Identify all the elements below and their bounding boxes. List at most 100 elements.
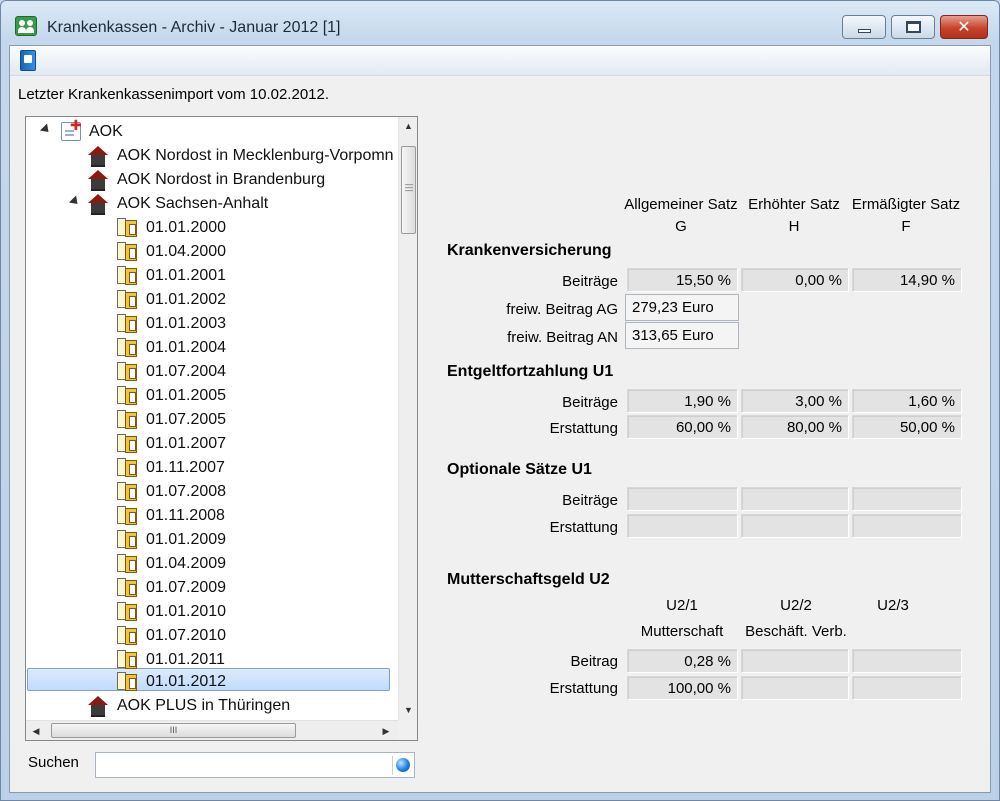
tree-date-node[interactable]: 01.04.2009 [26,552,398,575]
tree-date-node[interactable]: 01.07.2010 [26,624,398,647]
tree-node-label: 01.01.2011 [146,651,225,668]
tree-date-node[interactable]: 01.01.2007 [26,432,398,455]
tree-node-label: AOK Nordost in Brandenburg [117,171,326,188]
kv-ag-field[interactable]: 279,23 Euro [625,294,739,321]
insurer-tree[interactable]: AOK AOK Nordost in Mecklenburg-Vorpomn A… [25,116,418,741]
vertical-scroll-thumb[interactable]: — — — [401,146,416,234]
tree-node-label: 01.01.2001 [146,267,227,284]
tree-date-node[interactable]: 01.01.2001 [26,264,398,287]
u2-erstattung-label: Erstattung [549,680,618,697]
tree-date-node[interactable]: 01.07.2004 [26,360,398,383]
u2-erstattung-3 [852,676,962,700]
archive-document-icon [116,578,138,597]
kv-beitraege-label: Beiträge [562,273,618,290]
tree-node-label: 01.11.2007 [146,459,225,476]
tree-node-label: 01.01.2000 [146,219,227,236]
kv-an-label: freiw. Beitrag AN [507,329,618,346]
tree-node-label: 01.01.2003 [146,315,227,332]
opt-erstattung-g [627,514,738,538]
tree-node-branch[interactable]: AOK PLUS in Thüringen [26,694,398,717]
collapse-arrow-icon[interactable] [68,195,82,208]
archive-document-icon [116,314,138,333]
address-book-icon[interactable] [20,50,36,71]
title-bar[interactable]: Krankenkassen - Archiv - Januar 2012 [1]… [1,1,999,45]
tree-date-node[interactable]: 01.01.2005 [26,384,398,407]
archive-document-icon [116,362,138,381]
section-heading-u1: Entgeltfortzahlung U1 [447,363,614,380]
tree-node-branch[interactable]: AOK Nordost in Mecklenburg-Vorpomn [26,144,398,167]
archive-document-icon [116,602,138,621]
section-heading-optional: Optionale Sätze U1 [447,461,592,478]
minimize-icon [858,29,871,33]
u2-col1-top: U2/1 [666,597,698,614]
scroll-down-icon[interactable]: ▼ [399,701,418,720]
column-header-h-top: Erhöhter Satz [748,196,840,213]
u1-erstattung-label: Erstattung [549,420,618,437]
application-window: Krankenkassen - Archiv - Januar 2012 [1]… [0,0,1000,801]
tree-date-node[interactable]: 01.01.2000 [26,216,398,239]
maximize-button[interactable] [891,15,935,39]
tree-node-label: 01.07.2009 [146,579,227,596]
expand-arrow-icon[interactable] [70,699,78,711]
tree-node-label: 01.07.2005 [146,411,227,428]
archive-document-icon [116,290,138,309]
tree-node-label: 01.11.2008 [146,507,225,524]
tree-node-branch[interactable]: AOK Sachsen-Anhalt [26,192,398,215]
u2-beitrag-label: Beitrag [570,653,618,670]
tree-date-node[interactable]: 01.07.2009 [26,576,398,599]
u1-erstattung-h: 80,00 % [741,415,849,439]
house-icon [88,194,108,215]
expand-arrow-icon[interactable] [70,149,78,161]
close-button[interactable]: ✕ [940,15,988,39]
tree-node-label: 01.01.2012 [146,673,227,690]
tree-node-label: 01.07.2004 [146,363,227,380]
archive-document-icon [116,242,138,261]
collapse-arrow-icon[interactable] [39,123,53,136]
archive-document-icon [116,218,138,237]
archive-document-icon [116,650,138,669]
search-globe-icon[interactable] [392,756,412,775]
tree-date-node[interactable]: 01.01.2010 [26,600,398,623]
scroll-right-icon[interactable]: ▶ [376,721,396,741]
kv-beitrag-f: 14,90 % [852,268,962,292]
tree-date-node[interactable]: 01.01.2009 [26,528,398,551]
scroll-left-icon[interactable]: ◀ [26,721,46,741]
kv-an-field[interactable]: 313,65 Euro [625,322,739,349]
tree-date-node-selected[interactable]: 01.01.2012 [26,670,398,693]
tree-node-branch[interactable]: AOK Nordost in Brandenburg [26,168,398,191]
u2-beitrag-3 [852,649,962,673]
u2-col3-top: U2/3 [877,597,909,614]
tree-node-root[interactable]: AOK [26,117,398,143]
u2-col2-bottom: Beschäft. Verb. [745,623,847,640]
horizontal-scroll-thumb[interactable]: III [51,723,296,738]
house-icon [88,170,108,191]
tree-date-node[interactable]: 01.01.2011 [26,648,398,671]
tree-date-node[interactable]: 01.04.2000 [26,240,398,263]
archive-document-icon [116,266,138,285]
u1-beitrag-f: 1,60 % [852,389,962,413]
tree-date-node[interactable]: 01.07.2008 [26,480,398,503]
tree-date-node[interactable]: 01.01.2002 [26,288,398,311]
horizontal-scrollbar[interactable]: ◀ III ▶ [26,720,398,740]
tree-node-label: 01.04.2000 [146,243,227,260]
opt-erstattung-h [741,514,849,538]
vertical-scrollbar[interactable]: ▲ — — — ▼ [398,117,417,720]
opt-beitraege-label: Beiträge [562,492,618,509]
tree-date-node[interactable]: 01.11.2007 [26,456,398,479]
tree-date-node[interactable]: 01.01.2003 [26,312,398,335]
search-input[interactable] [95,752,415,778]
tree-node-label: AOK Sachsen-Anhalt [117,195,269,212]
u1-beitrag-g: 1,90 % [627,389,738,413]
archive-document-icon [116,434,138,453]
tree-node-label: 01.07.2008 [146,483,227,500]
expand-arrow-icon[interactable] [70,173,78,185]
tree-date-node[interactable]: 01.11.2008 [26,504,398,527]
tree-node-label: 01.01.2005 [146,387,227,404]
tree-date-node[interactable]: 01.01.2004 [26,336,398,359]
u2-col2-top: U2/2 [780,597,812,614]
u1-erstattung-g: 60,00 % [627,415,738,439]
scroll-up-icon[interactable]: ▲ [399,117,418,136]
minimize-button[interactable] [842,15,886,39]
tree-date-node[interactable]: 01.07.2005 [26,408,398,431]
tree-node-label: 01.01.2007 [146,435,227,452]
